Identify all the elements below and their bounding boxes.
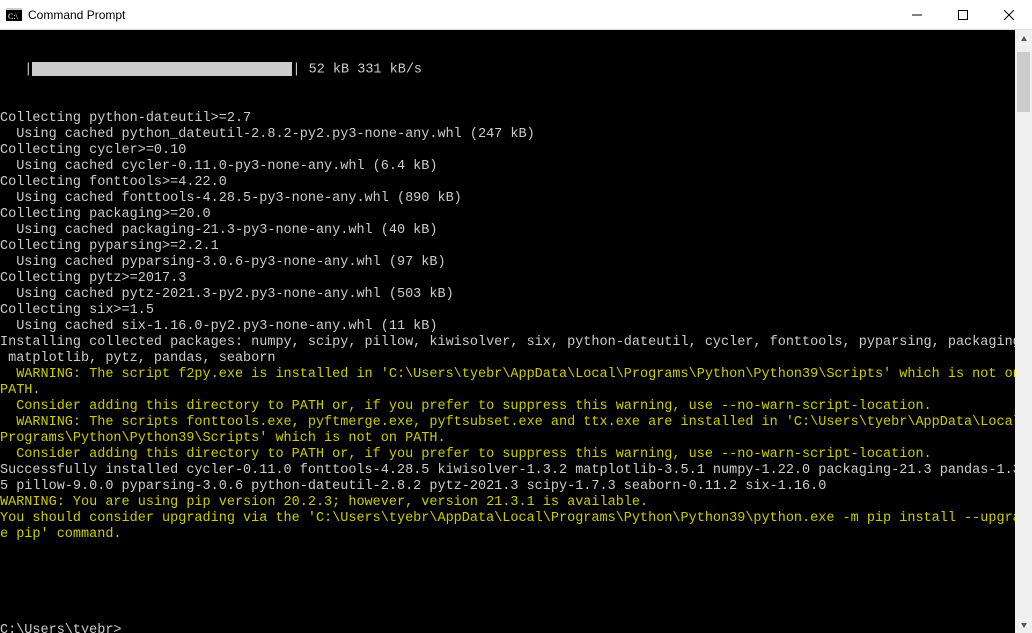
terminal-line: 5 pillow-9.0.0 pyparsing-3.0.6 python-da… xyxy=(0,479,1015,495)
terminal-output[interactable]: || 52 kB 331 kB/s Collecting python-date… xyxy=(0,30,1015,633)
terminal-line: Successfully installed cycler-0.11.0 fon… xyxy=(0,463,1015,479)
prompt[interactable]: C:\Users\tyebr> xyxy=(0,623,1015,633)
terminal-line: Using cached packaging-21.3-py3-none-any… xyxy=(0,223,1015,239)
progress-text: | 52 kB 331 kB/s xyxy=(292,63,422,78)
terminal-line: Consider adding this directory to PATH o… xyxy=(0,447,1015,463)
minimize-button[interactable] xyxy=(894,0,940,29)
terminal-line: Using cached six-1.16.0-py2.py3-none-any… xyxy=(0,319,1015,335)
terminal-line: Collecting cycler>=0.10 xyxy=(0,143,1015,159)
progress-line: || 52 kB 331 kB/s xyxy=(0,62,1015,79)
terminal-line: Collecting fonttools>=4.22.0 xyxy=(0,175,1015,191)
scroll-thumb[interactable] xyxy=(1017,52,1030,112)
terminal-line: Using cached python_dateutil-2.8.2-py2.p… xyxy=(0,127,1015,143)
window-title: Command Prompt xyxy=(28,8,894,22)
terminal-line: WARNING: The script f2py.exe is installe… xyxy=(0,367,1015,383)
terminal-line: Installing collected packages: numpy, sc… xyxy=(0,335,1015,351)
scroll-up-button[interactable] xyxy=(1015,30,1032,47)
progress-fill xyxy=(32,62,292,76)
svg-text:C:\: C:\ xyxy=(8,12,19,21)
terminal-line: Collecting python-dateutil>=2.7 xyxy=(0,111,1015,127)
scroll-down-button[interactable] xyxy=(1015,616,1032,633)
terminal-line: Programs\Python\Python39\Scripts' which … xyxy=(0,431,1015,447)
terminal-line: matplotlib, pytz, pandas, seaborn xyxy=(0,351,1015,367)
empty-line xyxy=(0,575,1015,591)
title-bar: C:\ Command Prompt xyxy=(0,0,1032,30)
terminal-line: Collecting six>=1.5 xyxy=(0,303,1015,319)
terminal-line: Collecting pytz>=2017.3 xyxy=(0,271,1015,287)
app-icon: C:\ xyxy=(6,7,22,23)
terminal-line: Consider adding this directory to PATH o… xyxy=(0,399,1015,415)
terminal-line: You should consider upgrading via the 'C… xyxy=(0,511,1015,527)
terminal-line: Using cached pytz-2021.3-py2.py3-none-an… xyxy=(0,287,1015,303)
scroll-track[interactable] xyxy=(1015,47,1032,616)
terminal-line: Collecting packaging>=20.0 xyxy=(0,207,1015,223)
terminal-line: e pip' command. xyxy=(0,527,1015,543)
maximize-button[interactable] xyxy=(940,0,986,29)
terminal-line: WARNING: You are using pip version 20.2.… xyxy=(0,495,1015,511)
terminal-line: Using cached pyparsing-3.0.6-py3-none-an… xyxy=(0,255,1015,271)
terminal-line: Using cached cycler-0.11.0-py3-none-any.… xyxy=(0,159,1015,175)
close-button[interactable] xyxy=(986,0,1032,29)
terminal-line: PATH. xyxy=(0,383,1015,399)
terminal-line: WARNING: The scripts fonttools.exe, pyft… xyxy=(0,415,1015,431)
vertical-scrollbar[interactable] xyxy=(1015,30,1032,633)
terminal-line: Using cached fonttools-4.28.5-py3-none-a… xyxy=(0,191,1015,207)
terminal-line: Collecting pyparsing>=2.2.1 xyxy=(0,239,1015,255)
window-controls xyxy=(894,0,1032,29)
